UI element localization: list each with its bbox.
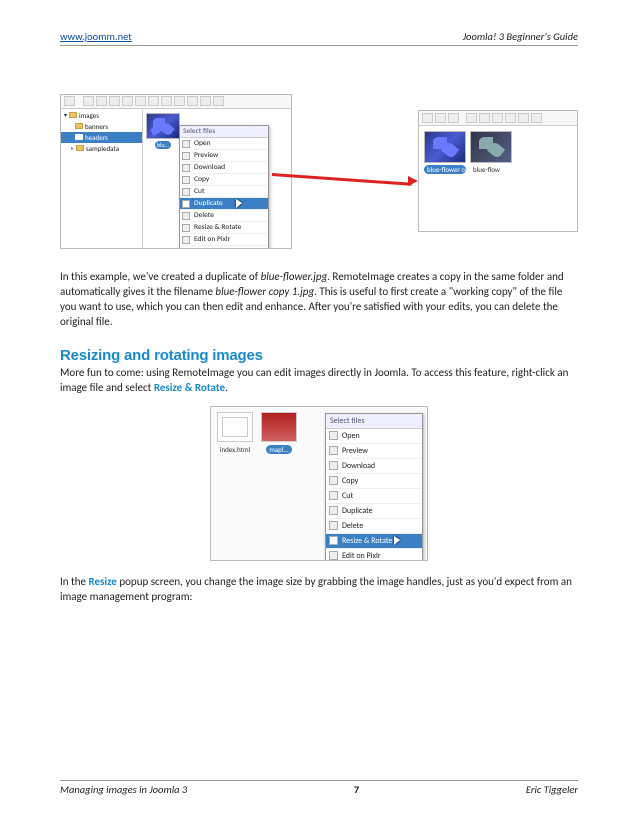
tree-item-sampledata: sampledata: [86, 144, 119, 153]
footer-author: Eric Tiggeler: [526, 783, 578, 796]
page-number: 7: [354, 783, 359, 796]
menu-item-download[interactable]: Download: [326, 459, 422, 474]
cut-icon: [182, 188, 190, 196]
context-menu: Select files Open Preview Download Copy …: [325, 413, 423, 561]
paragraph-resize-intro: More fun to come: using RemoteImage you …: [60, 366, 578, 396]
figures-row-1: ▾images banners headers ▸sampledata blu.…: [60, 86, 578, 256]
thumbnail: blue-flow: [470, 131, 512, 177]
thumb-caption: blue-flower copy 1...: [424, 165, 466, 174]
pixlr-icon: [182, 236, 190, 244]
filename-label: mapl...: [266, 445, 292, 454]
arrow-annotation: [272, 173, 412, 186]
menu-item-preview[interactable]: Preview: [326, 444, 422, 459]
filename-label: index.html: [220, 445, 250, 454]
menu-item-download[interactable]: Download: [180, 162, 268, 174]
menu-item-duplicate[interactable]: Duplicate: [180, 198, 268, 210]
page-footer: Managing images in Joomla 3 7 Eric Tigge…: [60, 780, 578, 796]
cut-icon: [329, 491, 338, 500]
folder-icon: [69, 112, 77, 118]
delete-icon: [182, 212, 190, 220]
pixlr-icon: [329, 551, 338, 560]
toolbar-button: [64, 96, 75, 106]
toolbar: [61, 95, 291, 109]
section-heading-resize: Resizing and rotating images: [60, 347, 578, 364]
menu-item-resize[interactable]: Resize & Rotate: [180, 222, 268, 234]
arrowhead-icon: [408, 176, 418, 186]
screenshot-duplicate-menu: ▾images banners headers ▸sampledata blu.…: [60, 94, 292, 249]
menu-item-delete[interactable]: Delete: [180, 210, 268, 222]
menu-header: Select files: [180, 126, 268, 138]
resize-icon: [329, 536, 338, 545]
footer-left: Managing images in Joomla 3: [60, 783, 187, 796]
menu-item-pixlr[interactable]: Edit on Pixlr: [326, 549, 422, 561]
tree-item-headers: headers: [85, 133, 108, 142]
duplicate-icon: [182, 200, 190, 208]
menu-item-open[interactable]: Open: [180, 138, 268, 150]
screenshot-resize-menu: index.html mapl... Select files Open Pre…: [210, 406, 428, 561]
open-icon: [329, 431, 338, 440]
context-menu: Select files Open Preview Download Copy …: [179, 125, 269, 249]
paragraph-resize-popup: In the Resize popup screen, you change t…: [60, 575, 578, 605]
page-header: www.joomm.net Joomla! 3 Beginner's Guide: [60, 30, 578, 46]
cursor-icon: [394, 536, 402, 546]
folder-tree: ▾images banners headers ▸sampledata: [61, 110, 143, 249]
tree-root: images: [79, 111, 99, 120]
delete-icon: [329, 521, 338, 530]
site-link[interactable]: www.joomm.net: [60, 30, 132, 43]
menu-item-cut[interactable]: Cut: [326, 489, 422, 504]
screenshot-duplicated-result: blue-flower copy 1... blue-flow: [418, 110, 578, 232]
file-maple: mapl...: [260, 412, 298, 455]
menu-item-resize[interactable]: Resize & Rotate: [326, 534, 422, 549]
thumb-caption: blue-flow: [470, 165, 503, 174]
menu-item-copy[interactable]: Copy: [326, 474, 422, 489]
file-index: index.html: [216, 412, 254, 455]
download-icon: [182, 164, 190, 172]
menu-header: Select files: [326, 414, 422, 429]
figure-resize-menu-wrap: index.html mapl... Select files Open Pre…: [60, 406, 578, 561]
menu-item-copy[interactable]: Copy: [180, 174, 268, 186]
resize-icon: [182, 224, 190, 232]
toolbar: [419, 111, 577, 126]
preview-icon: [329, 446, 338, 455]
info-icon: [182, 248, 190, 249]
cursor-icon: [236, 199, 244, 209]
menu-item-duplicate[interactable]: Duplicate: [326, 504, 422, 519]
thumb-caption: blu...: [155, 141, 171, 149]
preview-icon: [182, 152, 190, 160]
thumbnail: blue-flower copy 1...: [424, 131, 466, 177]
duplicate-icon: [329, 506, 338, 515]
tree-item-banners: banners: [85, 122, 108, 131]
menu-item-pixlr[interactable]: Edit on Pixlr: [180, 234, 268, 246]
paragraph-duplicate-explain: In this example, we've created a duplica…: [60, 270, 578, 329]
menu-item-preview[interactable]: Preview: [180, 150, 268, 162]
menu-item-info[interactable]: Get info: [180, 246, 268, 249]
copy-icon: [182, 176, 190, 184]
menu-item-delete[interactable]: Delete: [326, 519, 422, 534]
menu-item-open[interactable]: Open: [326, 429, 422, 444]
open-icon: [182, 140, 190, 148]
menu-item-cut[interactable]: Cut: [180, 186, 268, 198]
copy-icon: [329, 476, 338, 485]
thumbnail: blu...: [146, 113, 180, 152]
download-icon: [329, 461, 338, 470]
doc-title: Joomla! 3 Beginner's Guide: [463, 30, 578, 43]
